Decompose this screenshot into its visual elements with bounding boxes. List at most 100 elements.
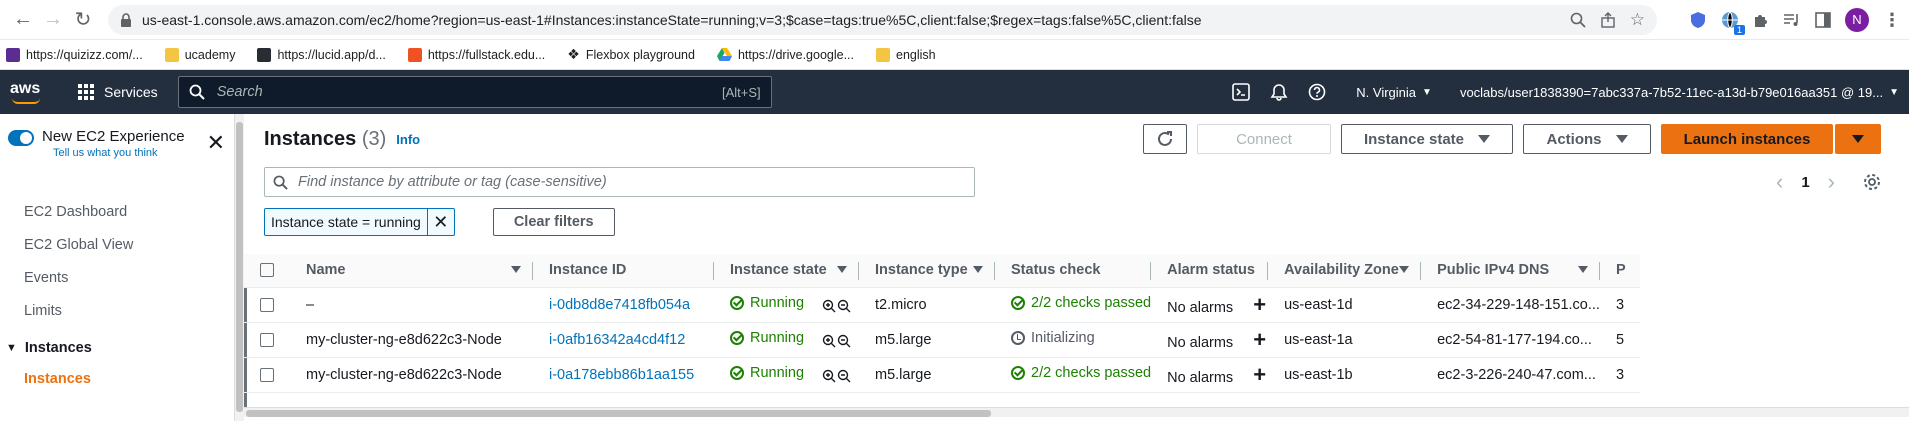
column-header-name[interactable]: Name (290, 254, 533, 287)
sidebar-item-events[interactable]: Events (0, 261, 243, 294)
chevron-left-icon[interactable]: ‹ (1776, 169, 1783, 195)
column-header-availability-zone[interactable]: Availability Zone (1268, 254, 1422, 287)
aws-search-box[interactable]: [Alt+S] (177, 76, 772, 108)
select-all-checkbox[interactable] (260, 263, 274, 278)
sort-caret-icon[interactable] (511, 266, 521, 273)
info-link[interactable]: Info (396, 132, 420, 147)
sidebar-scrollbar[interactable] (234, 114, 244, 421)
check-circle-icon (730, 366, 744, 380)
sidebar-item-instances[interactable]: Instances (0, 364, 243, 394)
table-row[interactable]: – i-0db8d8e7418fb054a Running t2.micro 2… (244, 287, 1640, 322)
bookmark-ucademy[interactable]: ucademy (164, 47, 235, 62)
cloudshell-icon[interactable] (1232, 83, 1251, 101)
reload-icon[interactable]: ↻ (68, 5, 98, 35)
page-number[interactable]: 1 (1801, 174, 1809, 191)
extension-shield-icon[interactable] (1689, 11, 1707, 29)
caret-down-icon (1478, 135, 1491, 143)
add-alarm-icon[interactable]: + (1253, 292, 1266, 317)
instance-state: Running (730, 295, 804, 311)
aws-top-nav: aws Services [Alt+S] N. Virginia▼ voclab… (0, 70, 1909, 114)
instance-state: Running (730, 330, 804, 346)
alarm-status: No alarms (1167, 299, 1234, 316)
availability-zone: us-east-1a (1284, 331, 1353, 348)
column-header-instance-id[interactable]: Instance ID (533, 254, 714, 287)
caret-down-icon: ▼ (1889, 86, 1899, 98)
row-checkbox[interactable] (260, 367, 274, 382)
table-row[interactable]: my-cluster-ng-e8d622c3-Node i-0a178ebb86… (244, 357, 1640, 392)
remove-filter-icon[interactable]: ✕ (428, 212, 454, 233)
bookmark-lucid[interactable]: https://lucid.app/d... (257, 47, 386, 62)
table-row[interactable]: my-cluster-ng-e8d622c3-Node i-0afb16342a… (244, 322, 1640, 357)
launch-dropdown-button[interactable] (1835, 124, 1881, 154)
sort-caret-icon[interactable] (1399, 266, 1410, 273)
zoom-in-out-icons[interactable] (822, 334, 852, 348)
column-header-public-dns[interactable]: Public IPv4 DNS (1421, 254, 1600, 287)
column-header-alarm-status[interactable]: Alarm status (1151, 254, 1269, 287)
column-header-instance-state[interactable]: Instance state (714, 254, 859, 287)
extension-globe-icon[interactable]: 1 (1721, 11, 1745, 35)
feedback-link[interactable]: Tell us what you think (53, 147, 185, 159)
column-header-public-ip[interactable]: P (1600, 254, 1640, 287)
sidebar-item-limits[interactable]: Limits (0, 294, 243, 327)
instance-name: – (306, 296, 315, 313)
table-header-row: Name Instance ID Instance state Instance… (244, 254, 1640, 287)
aws-search-input[interactable] (216, 84, 723, 100)
bookmark-star-icon[interactable]: ☆ (1630, 10, 1645, 30)
launch-instances-button[interactable]: Launch instances (1661, 124, 1833, 154)
sort-caret-icon[interactable] (837, 266, 847, 273)
profile-avatar[interactable]: N (1845, 7, 1869, 32)
instance-filter-box[interactable] (264, 167, 975, 197)
address-bar[interactable]: us-east-1.console.aws.amazon.com/ec2/hom… (108, 4, 1657, 35)
actions-button[interactable]: Actions (1523, 124, 1651, 154)
clear-filters-button[interactable]: Clear filters (492, 208, 615, 236)
forward-arrow-icon[interactable]: → (38, 5, 68, 35)
instance-filter-input[interactable] (298, 174, 966, 190)
account-menu[interactable]: voclabs/user1838390=7abc337a-7b52-11ec-a… (1460, 85, 1899, 100)
public-dns: ec2-54-81-177-194.co... (1437, 331, 1592, 348)
services-menu[interactable]: Services (78, 84, 158, 100)
zoom-icon[interactable] (1570, 12, 1586, 28)
region-selector[interactable]: N. Virginia ▼ (1356, 85, 1432, 100)
sort-caret-icon[interactable] (1577, 266, 1588, 273)
row-checkbox[interactable] (260, 332, 274, 347)
bookmark-english[interactable]: english (876, 47, 936, 62)
sidebar-item-ec2-dashboard[interactable]: EC2 Dashboard (0, 195, 243, 228)
bookmark-quizizz[interactable]: https://quizizz.com/... (6, 47, 143, 62)
add-alarm-icon[interactable]: + (1253, 327, 1266, 352)
sidebar-section-instances[interactable]: ▼ Instances (0, 331, 243, 364)
puzzle-icon[interactable] (1753, 12, 1769, 28)
instance-id-link[interactable]: i-0afb16342a4cd4f12 (549, 332, 685, 348)
refresh-button[interactable] (1143, 124, 1187, 154)
share-icon[interactable] (1600, 11, 1616, 28)
instance-id-link[interactable]: i-0db8d8e7418fb054a (549, 297, 690, 313)
instance-id-link[interactable]: i-0a178ebb86b1aa155 (549, 367, 694, 383)
settings-gear-icon[interactable] (1863, 173, 1881, 191)
bookmark-fullstack[interactable]: https://fullstack.edu... (407, 47, 545, 62)
close-icon[interactable]: ✕ (207, 130, 225, 156)
back-arrow-icon[interactable]: ← (8, 5, 38, 35)
bell-icon[interactable] (1270, 83, 1288, 101)
media-control-icon[interactable] (1783, 13, 1801, 27)
help-icon[interactable] (1308, 83, 1326, 101)
new-experience-toggle[interactable] (8, 130, 34, 146)
browser-menu-icon[interactable]: ⋮ (1883, 11, 1901, 29)
instance-state-button[interactable]: Instance state (1341, 124, 1513, 154)
alarm-status: No alarms (1167, 334, 1234, 351)
bookmark-flexbox[interactable]: ❖ Flexbox playground (567, 46, 695, 63)
add-alarm-icon[interactable]: + (1253, 362, 1266, 387)
sort-caret-icon[interactable] (973, 266, 983, 273)
zoom-in-out-icons[interactable] (822, 369, 852, 383)
chevron-right-icon[interactable]: › (1828, 169, 1835, 195)
connect-button[interactable]: Connect (1197, 124, 1331, 154)
aws-logo[interactable]: aws (10, 80, 50, 104)
row-checkbox[interactable] (260, 297, 274, 312)
bookmark-drive[interactable]: https://drive.google... (716, 48, 854, 62)
refresh-icon (1156, 130, 1174, 148)
zoom-in-out-icons[interactable] (822, 299, 852, 313)
sidebar-item-ec2-global-view[interactable]: EC2 Global View (0, 228, 243, 261)
column-header-status-check[interactable]: Status check (995, 254, 1152, 287)
side-panel-icon[interactable] (1815, 11, 1831, 28)
table-horizontal-scrollbar[interactable] (244, 407, 1909, 417)
url-text[interactable]: us-east-1.console.aws.amazon.com/ec2/hom… (142, 12, 1570, 28)
column-header-instance-type[interactable]: Instance type (859, 254, 995, 287)
